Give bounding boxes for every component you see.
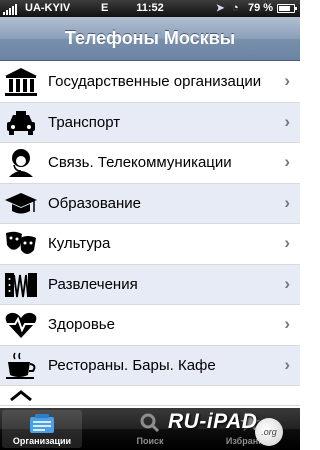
tab-label: Организации [12,436,72,446]
chevron-right-icon: › [284,273,290,293]
list-item[interactable]: Культура › [0,224,300,265]
list-item[interactable]: Развлечения › [0,264,300,305]
category-list[interactable]: Государственные организации › Транспорт … [0,62,300,408]
chevron-right-icon: › [284,354,290,374]
chevron-right-icon: › [284,111,290,131]
tab-label: Поиск [136,436,164,446]
organizations-icon [2,414,82,434]
chevron-right-icon: › [284,71,290,90]
watermark-text: RU-iPAD [168,410,258,433]
accordion-icon [3,269,39,301]
list-item-label: Культура [48,235,111,252]
tab-organizations[interactable]: Организации [2,410,82,448]
battery-fill [279,6,291,11]
list-item[interactable]: Государственные организации › [0,62,300,103]
list-item-label: Транспорт [48,113,121,131]
chevron-right-icon: › [284,152,290,171]
chevron-right-icon: › [284,314,290,333]
list-item-label: Образование [48,194,141,212]
list-item[interactable]: Образование › [0,183,300,224]
theater-masks-icon [3,228,39,260]
chevron-right-icon: › [284,233,290,252]
navigation-bar: Телефоны Москвы [0,17,300,61]
status-bar: UA-KYIV E 11:52 ➤ ◔ 79 % [0,0,300,17]
coffee-cup-icon [3,350,39,382]
partial-icon [3,390,39,408]
list-item-label: Государственные организации [48,73,262,90]
list-item[interactable]: Связь. Телекоммуникации › [0,143,300,184]
battery-icon [277,4,297,13]
watermark-badge: .org [255,418,283,446]
operator-headset-icon [3,147,39,179]
list-item-label: Рестораны. Бары. Кафе [48,356,216,374]
list-item-label: Развлечения [48,275,138,293]
taxi-icon [3,107,39,139]
list-item[interactable]: Здоровье › [0,305,300,346]
government-building-icon [3,66,39,98]
alarm-clock-icon: ◔ [232,2,239,14]
page-title: Телефоны Москвы [64,28,236,48]
list-item-label: Связь. Телекоммуникации [48,154,232,171]
list-item-label: Здоровье [48,316,115,333]
location-arrow-icon: ➤ [216,3,225,14]
battery-percent: 79 % [248,2,274,14]
list-item[interactable]: Рестораны. Бары. Кафе › [0,345,300,386]
graduation-cap-icon [3,188,39,220]
tab-label: Избранное [225,436,275,446]
heart-pulse-icon [3,309,39,341]
chevron-right-icon: › [284,192,290,212]
list-item[interactable] [0,386,300,406]
list-item[interactable]: Транспорт › [0,102,300,143]
